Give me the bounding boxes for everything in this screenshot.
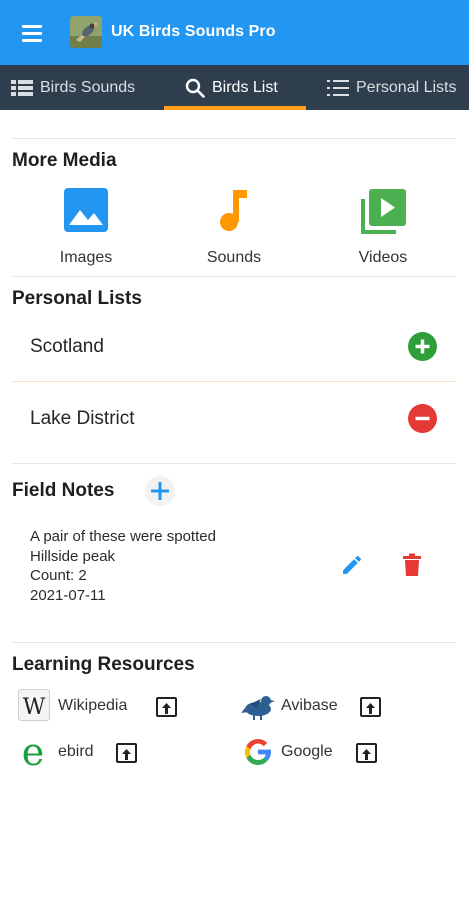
ebird-icon: e [18,730,50,774]
divider [12,463,456,464]
edit-pencil-icon[interactable] [340,553,364,582]
resource-label: ebird [58,743,94,760]
add-circle-icon[interactable] [408,332,437,361]
image-icon [64,188,108,232]
wikipedia-icon: W [18,689,50,726]
media-label: Videos [358,249,408,266]
resource-google-link[interactable]: Google [241,735,411,769]
note-text: A pair of these were spotted [30,528,216,545]
open-external-icon[interactable] [356,743,377,768]
divider [12,642,456,643]
video-library-icon [361,189,406,234]
media-label: Sounds [206,249,262,266]
svg-text:W: W [23,695,46,720]
hamburger-menu-icon[interactable] [20,20,46,46]
resource-label: Wikipedia [58,697,128,714]
open-external-icon[interactable] [156,697,177,722]
media-sounds-button[interactable]: Sounds [174,185,294,275]
more-media-title: More Media [12,150,117,171]
field-note: A pair of these were spotted Hillside pe… [30,527,216,605]
note-date: 2021-07-11 [30,586,106,604]
personal-lists-title: Personal Lists [12,288,142,309]
app-logo-icon [70,16,102,48]
app-bar: UK Birds Sounds Pro [0,0,469,65]
tab-personal-lists[interactable]: Personal Lists [327,65,457,110]
resource-avibase-link[interactable]: Avibase [241,689,411,723]
avibase-bird-icon [241,689,275,726]
personal-list-name: Lake District [30,408,135,429]
field-notes-title: Field Notes [12,480,115,501]
personal-list-item-lake-district[interactable]: Lake District [0,389,469,449]
remove-circle-icon[interactable] [408,404,437,433]
media-videos-button[interactable]: Videos [323,185,443,275]
divider [12,381,456,382]
delete-trash-icon[interactable] [400,552,424,583]
resource-ebird-link[interactable]: e ebird [18,730,188,774]
app-title: UK Birds Sounds Pro [111,23,276,40]
tab-birds-sounds[interactable]: Birds Sounds [11,65,135,110]
divider [12,276,456,277]
search-icon [185,78,205,98]
open-external-icon[interactable] [360,697,381,722]
svg-text:e: e [22,735,45,769]
learning-resources-title: Learning Resources [12,654,195,675]
list-grid-icon [11,79,33,96]
open-external-icon[interactable] [116,743,137,768]
note-location: Hillside peak [30,547,116,565]
tab-label: Birds Sounds [40,78,136,96]
google-icon [241,735,275,774]
personal-list-name: Scotland [30,336,104,357]
resource-label: Google [281,743,333,760]
divider [12,138,456,139]
add-note-plus-icon[interactable] [145,476,175,506]
music-note-icon [220,190,247,231]
resource-label: Avibase [281,697,338,714]
tab-label: Birds List [212,78,278,96]
media-images-button[interactable]: Images [26,185,146,275]
tab-bar: Birds Sounds Birds List Personal Lists [0,65,469,110]
media-label: Images [59,249,113,266]
tab-label: Personal Lists [356,78,457,96]
active-tab-indicator [164,106,306,110]
note-count: Count: 2 [30,567,87,584]
personal-list-item-scotland[interactable]: Scotland [0,317,469,377]
resource-wikipedia-link[interactable]: W Wikipedia [18,689,188,723]
numbered-list-icon [327,79,349,96]
tab-birds-list[interactable]: Birds List [185,65,278,110]
